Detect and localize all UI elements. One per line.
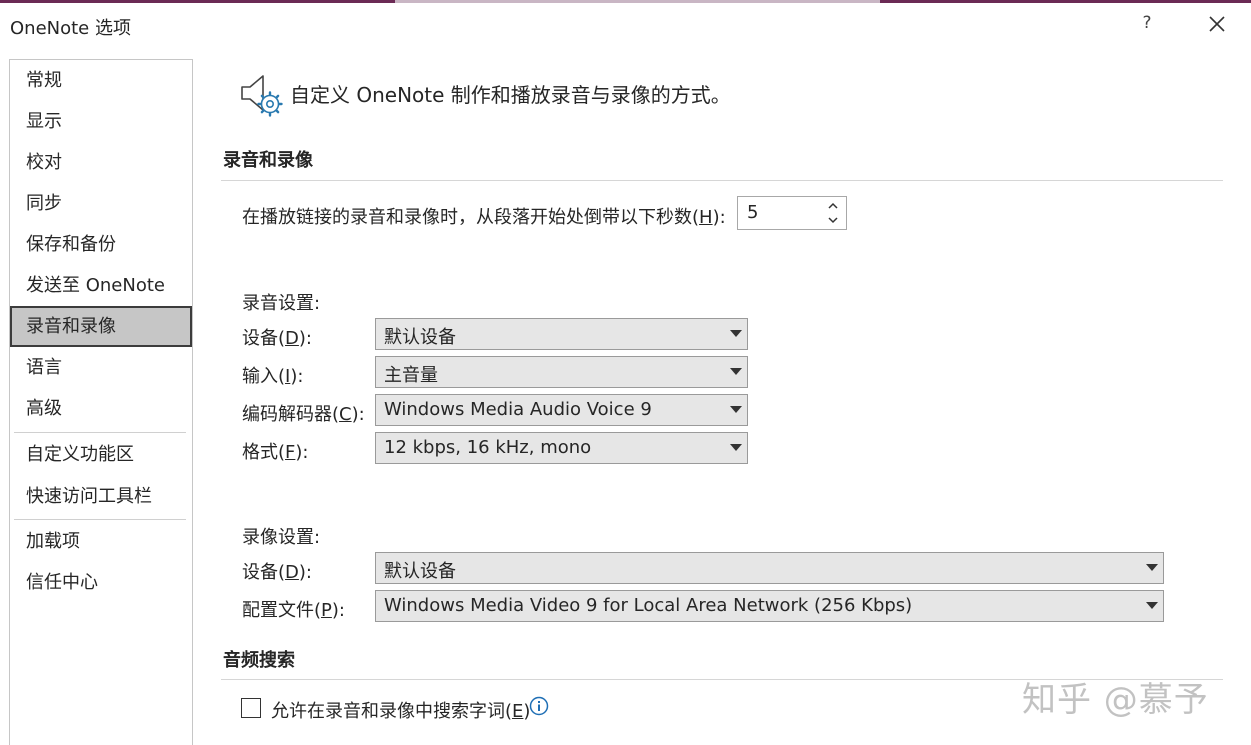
video-device-label: 设备(D): xyxy=(242,562,312,583)
options-content: 自定义 OneNote 制作和播放录音与录像的方式。 录音和录像 在播放链接的录… xyxy=(193,45,1251,745)
dropdown-arrow-icon xyxy=(730,368,742,375)
speaker-gear-icon xyxy=(241,75,283,117)
info-icon[interactable] xyxy=(529,696,549,716)
sidebar-item-display[interactable]: 显示 xyxy=(10,101,192,142)
section-divider xyxy=(221,180,1223,181)
close-icon xyxy=(1209,16,1225,32)
help-button[interactable]: ? xyxy=(1136,13,1158,37)
rewind-seconds-spinner[interactable]: 5 xyxy=(737,196,847,230)
sidebar-item-save-backup[interactable]: 保存和备份 xyxy=(10,224,192,265)
sidebar-item-send-to-onenote[interactable]: 发送至 OneNote xyxy=(10,265,192,306)
audio-format-dropdown[interactable]: 12 kbps, 16 kHz, mono xyxy=(375,432,748,464)
audio-codec-dropdown[interactable]: Windows Media Audio Voice 9 xyxy=(375,394,748,426)
window-title: OneNote 选项 xyxy=(10,18,131,39)
sidebar-item-add-ins[interactable]: 加载项 xyxy=(10,521,192,562)
options-sidebar: 常规 显示 校对 同步 保存和备份 发送至 OneNote 录音和录像 语言 高… xyxy=(9,59,193,745)
rewind-seconds-label: 在播放链接的录音和录像时，从段落开始处倒带以下秒数(H): xyxy=(242,207,726,228)
sidebar-item-sync[interactable]: 同步 xyxy=(10,183,192,224)
dropdown-arrow-icon xyxy=(1146,564,1158,571)
video-settings-heading: 录像设置: xyxy=(242,527,321,548)
video-profile-value: Windows Media Video 9 for Local Area Net… xyxy=(384,595,913,616)
intro-description: 自定义 OneNote 制作和播放录音与录像的方式。 xyxy=(290,83,731,107)
audio-format-value: 12 kbps, 16 kHz, mono xyxy=(384,437,592,458)
audio-input-value: 主音量 xyxy=(384,365,438,386)
sidebar-item-proofing[interactable]: 校对 xyxy=(10,142,192,183)
sidebar-divider xyxy=(14,519,186,520)
title-bar: OneNote 选项 ? xyxy=(0,3,1251,45)
audio-settings-heading: 录音设置: xyxy=(242,293,321,314)
chevron-down-icon[interactable] xyxy=(826,214,840,226)
dropdown-arrow-icon xyxy=(730,444,742,451)
section-title-audio-search: 音频搜索 xyxy=(223,650,295,671)
rewind-seconds-value: 5 xyxy=(747,202,759,223)
sidebar-item-quick-access-toolbar[interactable]: 快速访问工具栏 xyxy=(10,476,192,517)
dropdown-arrow-icon xyxy=(730,330,742,337)
audio-input-dropdown[interactable]: 主音量 xyxy=(375,356,748,388)
watermark-text: 知乎 @慕予 xyxy=(1022,680,1209,720)
video-profile-label: 配置文件(P): xyxy=(242,600,345,621)
sidebar-item-language[interactable]: 语言 xyxy=(10,347,192,388)
video-device-value: 默认设备 xyxy=(384,561,456,582)
dropdown-arrow-icon xyxy=(1146,602,1158,609)
dropdown-arrow-icon xyxy=(730,406,742,413)
audio-device-label: 设备(D): xyxy=(242,328,312,349)
video-device-dropdown[interactable]: 默认设备 xyxy=(375,552,1164,584)
close-button[interactable] xyxy=(1204,11,1230,37)
sidebar-divider xyxy=(14,432,186,433)
search-words-checkbox[interactable] xyxy=(241,698,261,718)
sidebar-item-audio-video[interactable]: 录音和录像 xyxy=(10,306,192,347)
audio-codec-label: 编码解码器(C): xyxy=(242,404,365,425)
video-profile-dropdown[interactable]: Windows Media Video 9 for Local Area Net… xyxy=(375,590,1164,622)
search-words-label[interactable]: 允许在录音和录像中搜索字词(E) xyxy=(271,697,530,723)
sidebar-item-trust-center[interactable]: 信任中心 xyxy=(10,562,192,603)
audio-format-label: 格式(F): xyxy=(242,442,309,463)
sidebar-item-advanced[interactable]: 高级 xyxy=(10,388,192,429)
section-title-audio-video: 录音和录像 xyxy=(223,150,313,171)
audio-codec-value: Windows Media Audio Voice 9 xyxy=(384,399,652,420)
audio-device-dropdown[interactable]: 默认设备 xyxy=(375,318,748,350)
chevron-up-icon[interactable] xyxy=(826,200,840,212)
audio-input-label: 输入(I): xyxy=(242,366,304,387)
sidebar-item-general[interactable]: 常规 xyxy=(10,60,192,101)
sidebar-item-customize-ribbon[interactable]: 自定义功能区 xyxy=(10,434,192,475)
audio-device-value: 默认设备 xyxy=(384,327,456,348)
